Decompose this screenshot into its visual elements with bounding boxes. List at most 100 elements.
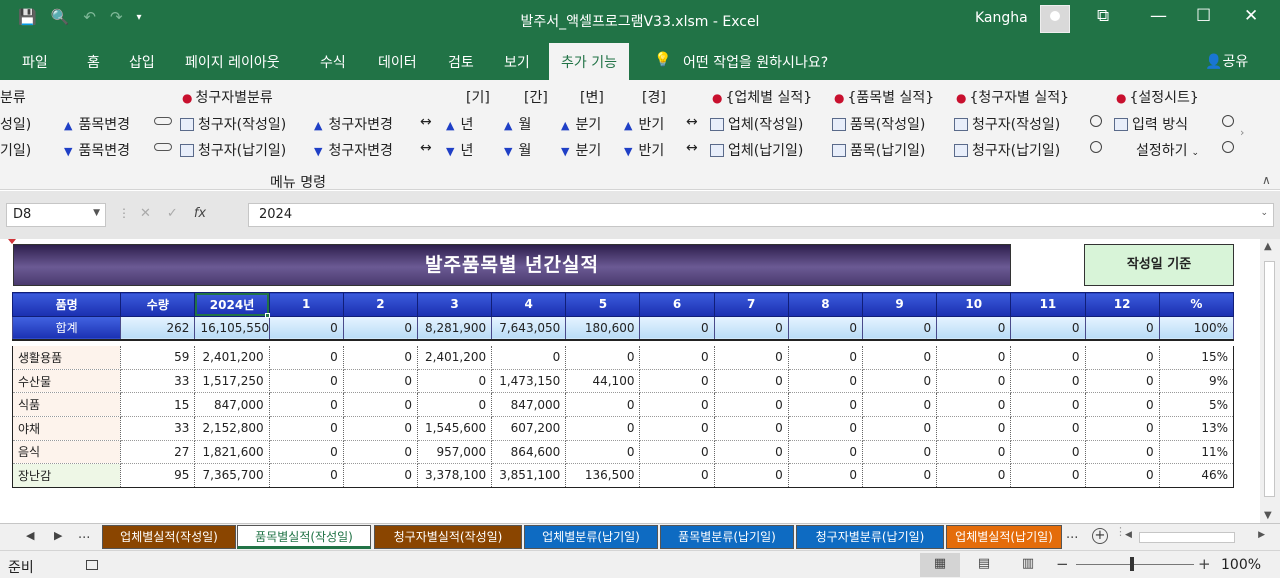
radio-option[interactable] <box>1090 140 1102 156</box>
table-row-cell[interactable]: 0 <box>269 463 344 488</box>
table-row-cell[interactable]: 생활용품 <box>11 345 122 370</box>
header-row-cell[interactable]: 2 <box>342 292 418 317</box>
input-method-button[interactable]: 입력 방식 <box>1114 114 1188 134</box>
table-row-cell[interactable]: 13% <box>1159 416 1235 441</box>
table-row-cell[interactable]: 46% <box>1159 463 1235 488</box>
table-row-cell[interactable]: 야채 <box>11 416 122 441</box>
table-row-cell[interactable]: 0 <box>862 345 938 370</box>
total-row-cell[interactable]: 0 <box>861 315 938 341</box>
sheet-tab[interactable]: 업체별실적(납기일) <box>946 525 1062 549</box>
table-row-cell[interactable]: 3,851,100 <box>491 463 567 488</box>
table-row-cell[interactable]: 0 <box>565 392 641 417</box>
table-row-cell[interactable]: 0 <box>269 440 344 465</box>
tab-insert[interactable]: 삽입 <box>129 52 155 72</box>
chevron-right-icon[interactable]: › <box>1240 126 1244 139</box>
table-row-cell[interactable]: 136,500 <box>565 463 641 488</box>
table-row-cell[interactable]: 0 <box>1010 463 1086 488</box>
table-row-cell[interactable]: 0 <box>788 416 863 441</box>
month-down-button[interactable]: ▼ 월 <box>504 140 531 160</box>
table-row-cell[interactable]: 0 <box>343 440 418 465</box>
radio-option[interactable] <box>1222 114 1234 130</box>
total-row-cell[interactable]: 합계 <box>11 315 122 341</box>
vendor-written-button[interactable]: 업체(작성일) <box>710 114 803 134</box>
table-row-cell[interactable]: 0 <box>1085 416 1160 441</box>
header-row-cell[interactable]: 6 <box>639 292 715 317</box>
quarter-down-button[interactable]: ▼ 분기 <box>561 140 601 160</box>
sheet-tab[interactable]: 품목별분류(납기일) <box>660 525 794 549</box>
horizontal-scrollbar[interactable]: ◀ ▶ <box>1125 530 1265 544</box>
table-row-cell[interactable]: 0 <box>714 440 789 465</box>
tell-me-search[interactable]: 어떤 작업을 원하시나요? <box>683 52 828 72</box>
header-row-cell[interactable]: 품명 <box>11 292 122 317</box>
table-row-cell[interactable]: 0 <box>343 345 418 370</box>
total-row-cell[interactable]: 100% <box>1158 315 1235 341</box>
table-row-cell[interactable]: 5% <box>1159 392 1235 417</box>
table-row-cell[interactable]: 0 <box>639 463 715 488</box>
item-delivery-button[interactable]: 품목(납기일) <box>832 140 925 160</box>
table-row-cell[interactable]: 44,100 <box>565 369 641 394</box>
table-row-cell[interactable]: 0 <box>417 369 493 394</box>
table-row-cell[interactable]: 33 <box>120 369 196 394</box>
table-row-cell[interactable]: 7,365,700 <box>194 463 270 488</box>
total-row-cell[interactable]: 0 <box>1010 315 1086 341</box>
user-name[interactable]: Kangha <box>975 10 1028 26</box>
table-row-cell[interactable]: 11% <box>1159 440 1235 465</box>
table-row-cell[interactable]: 수산물 <box>11 369 122 394</box>
table-row-cell[interactable]: 2,401,200 <box>417 345 493 370</box>
total-row-cell[interactable]: 0 <box>936 315 1012 341</box>
client-delivery-button[interactable]: 청구자(납기일) <box>180 140 286 160</box>
tab-page-layout[interactable]: 페이지 레이아웃 <box>185 52 280 72</box>
tab-view[interactable]: 보기 <box>504 52 530 72</box>
table-row-cell[interactable]: 847,000 <box>194 392 270 417</box>
header-row-cell[interactable]: % <box>1158 292 1235 317</box>
tab-add-ins[interactable]: 추가 기능 <box>549 43 629 80</box>
table-row-cell[interactable]: 0 <box>714 416 789 441</box>
table-row-cell[interactable]: 0 <box>417 392 493 417</box>
table-row-cell[interactable]: 0 <box>936 392 1012 417</box>
table-row-cell[interactable]: 2,401,200 <box>194 345 270 370</box>
table-row-cell[interactable]: 9% <box>1159 369 1235 394</box>
table-row-cell[interactable]: 0 <box>788 392 863 417</box>
close-icon[interactable]: ✕ <box>1244 6 1258 26</box>
sheet-tab[interactable]: 청구자별실적(작성일) <box>374 525 522 549</box>
toggle-option[interactable] <box>154 114 180 130</box>
table-row-cell[interactable]: 0 <box>862 463 938 488</box>
total-row-cell[interactable]: 0 <box>713 315 789 341</box>
name-box[interactable]: D8 ▼ <box>6 203 106 227</box>
zoom-out-icon[interactable]: − <box>1056 555 1069 573</box>
table-row-cell[interactable]: 0 <box>714 392 789 417</box>
table-row-cell[interactable]: 1,473,150 <box>491 369 567 394</box>
table-row-cell[interactable]: 0 <box>936 416 1012 441</box>
table-row-cell[interactable]: 15 <box>120 392 196 417</box>
table-row-cell[interactable]: 0 <box>269 345 344 370</box>
header-row-cell[interactable]: 10 <box>936 292 1012 317</box>
header-row-cell[interactable]: 5 <box>565 292 641 317</box>
sheet-tab[interactable]: 업체별실적(작성일) <box>102 525 236 549</box>
cancel-icon[interactable]: ✕ <box>140 206 151 221</box>
table-row-cell[interactable]: 음식 <box>11 440 122 465</box>
total-row-cell[interactable]: 180,600 <box>565 315 641 341</box>
table-row-cell[interactable]: 847,000 <box>491 392 567 417</box>
settings-dropdown[interactable]: 설정하기 ⌄ <box>1136 140 1199 160</box>
tab-file[interactable]: 파일 <box>22 52 48 72</box>
toggle-option[interactable] <box>154 140 180 156</box>
ribbon-display-icon[interactable]: ⧉ <box>1097 6 1109 26</box>
table-row-cell[interactable]: 0 <box>1085 440 1160 465</box>
table-row-cell[interactable]: 0 <box>788 440 863 465</box>
table-row-cell[interactable]: 0 <box>565 416 641 441</box>
header-row-cell[interactable]: 1 <box>268 292 344 317</box>
item-written-button[interactable]: 품목(작성일) <box>832 114 925 134</box>
table-row-cell[interactable]: 0 <box>639 416 715 441</box>
client-change-up-button[interactable]: ▲ 청구자변경 <box>314 114 393 134</box>
table-row-cell[interactable]: 장난감 <box>11 463 122 488</box>
header-row-cell[interactable]: 12 <box>1084 292 1160 317</box>
table-row-cell[interactable]: 1,517,250 <box>194 369 270 394</box>
quarter-up-button[interactable]: ▲ 분기 <box>561 114 601 134</box>
table-row-cell[interactable]: 0 <box>1010 369 1086 394</box>
total-row-cell[interactable]: 7,643,050 <box>491 315 567 341</box>
table-row-cell[interactable]: 0 <box>1085 345 1160 370</box>
table-row-cell[interactable]: 33 <box>120 416 196 441</box>
maximize-icon[interactable]: ☐ <box>1196 6 1211 26</box>
next-sheet-icon[interactable]: ▶ <box>54 529 62 542</box>
prev-sheet-icon[interactable]: ◀ <box>26 529 34 542</box>
